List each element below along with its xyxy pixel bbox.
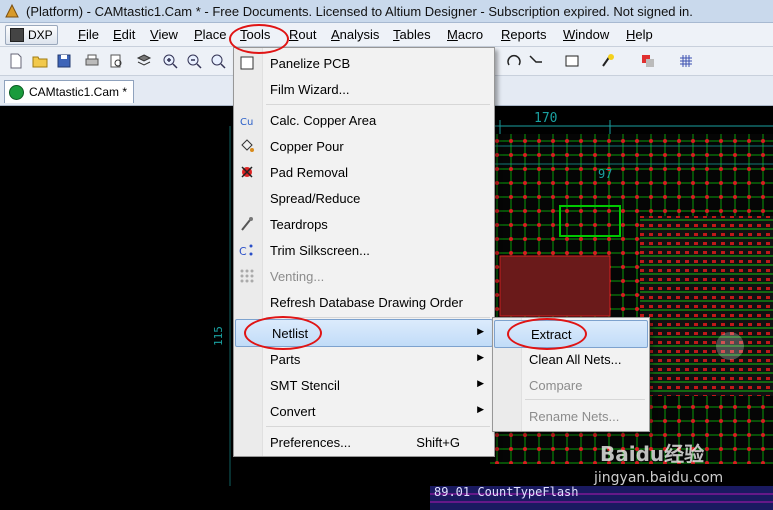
trim-silkscreen-icon: C [239,244,253,258]
menu-item-copper-pour[interactable]: Copper Pour [234,133,492,159]
copper-area-icon: Cu [240,117,253,128]
menu-edit[interactable]: Edit [113,27,135,42]
open-folder-icon[interactable] [32,53,48,69]
rectangle-tool-icon[interactable] [564,53,580,69]
svg-text:Cu: Cu [240,117,253,128]
route-tool-icon[interactable] [528,53,544,69]
submenu-arrow-icon: ▶ [477,326,484,336]
document-tab-label: CAMtastic1.Cam * [29,85,128,99]
menu-item-venting: Venting... [234,263,492,289]
menu-tables[interactable]: Tables [393,27,431,42]
dimension-left-label: 115 [212,326,225,346]
menu-item-pad-removal[interactable]: Pad Removal [234,159,492,185]
dimension-top-label: 170 [534,111,557,126]
menu-reports[interactable]: Reports [501,27,547,42]
document-tab[interactable]: CAMtastic1.Cam * [4,80,135,103]
menu-rout[interactable]: Rout [289,27,316,42]
highlight-net-icon[interactable] [600,53,616,69]
submenu-item-rename-nets: Rename Nets... [529,409,620,424]
title-bar: (Platform) - CAMtastic1.Cam * - Free Doc… [0,0,773,23]
zoom-out-icon[interactable] [186,53,202,69]
zoom-fit-icon[interactable] [210,53,226,69]
menu-item-calc-copper-area[interactable]: Cu Calc. Copper Area [234,107,492,133]
submenu-item-compare: Compare [529,378,583,393]
print-preview-icon[interactable] [108,53,124,69]
watermark-url: jingyan.baidu.com [594,470,724,486]
annotation-circle-netlist [244,316,322,350]
submenu-arrow-icon: ▶ [477,404,484,414]
menu-item-refresh-drawing-order[interactable]: Refresh Database Drawing Order [234,289,492,315]
component-tool-icon[interactable] [640,53,656,69]
dxp-icon [10,28,24,42]
menu-help[interactable]: Help [626,27,653,42]
grid-icon[interactable] [678,53,694,69]
teardrop-icon [241,217,253,231]
tools-dropdown-menu: Panelize PCB Film Wizard... Cu Calc. Cop… [233,47,495,457]
menu-item-film-wizard[interactable]: Film Wizard... [234,76,492,102]
arc-tool-icon[interactable] [506,53,522,69]
pad-removal-icon [241,166,253,178]
menu-window[interactable]: Window [563,27,609,42]
dimension-mid-label: 97 [598,167,612,181]
menu-place[interactable]: Place [194,27,227,42]
window-title: (Platform) - CAMtastic1.Cam * - Free Doc… [26,4,693,19]
menu-separator [525,399,645,400]
menu-analysis[interactable]: Analysis [331,27,379,42]
menu-item-convert[interactable]: Convert ▶ [234,398,492,424]
menu-separator [266,104,490,105]
submenu-item-clean-all-nets[interactable]: Clean All Nets... [493,346,647,372]
menu-item-parts[interactable]: Parts ▶ [234,346,492,372]
menu-bar: DXP File Edit View Place Tools Rout Anal… [0,23,773,47]
annotation-circle-extract [507,318,587,350]
paint-bucket-icon [241,139,254,152]
layers-icon[interactable] [136,53,152,69]
menu-item-trim-silkscreen[interactable]: C Trim Silkscreen... [234,237,492,263]
venting-icon [240,269,254,283]
watermark-brand: Baidu经验 [600,442,705,466]
menu-item-spread-reduce[interactable]: Spread/Reduce [234,185,492,211]
print-icon[interactable] [84,53,100,69]
menu-view[interactable]: View [150,27,178,42]
dxp-label: DXP [28,28,53,42]
menu-macro[interactable]: Macro [447,27,483,42]
dxp-button[interactable]: DXP [5,25,58,45]
submenu-arrow-icon: ▶ [477,378,484,388]
new-document-icon[interactable] [8,53,24,69]
zoom-in-icon[interactable] [162,53,178,69]
save-icon[interactable] [56,53,72,69]
menu-item-preferences[interactable]: Preferences... Shift+G [234,429,492,455]
menu-item-teardrops[interactable]: Teardrops [234,211,492,237]
pcb-table-text: 89.01 CountTypeFlash [434,485,579,499]
submenu-arrow-icon: ▶ [477,352,484,362]
checkbox-icon [240,56,254,70]
menu-item-panelize-pcb[interactable]: Panelize PCB [234,50,492,76]
menu-file[interactable]: File [78,27,99,42]
menu-item-smt-stencil[interactable]: SMT Stencil ▶ [234,372,492,398]
preferences-shortcut: Shift+G [416,435,460,450]
svg-text:C: C [239,245,247,258]
menu-separator [266,426,490,427]
app-icon [5,3,19,18]
annotation-circle-tools [229,24,289,54]
cam-document-icon [9,84,24,100]
